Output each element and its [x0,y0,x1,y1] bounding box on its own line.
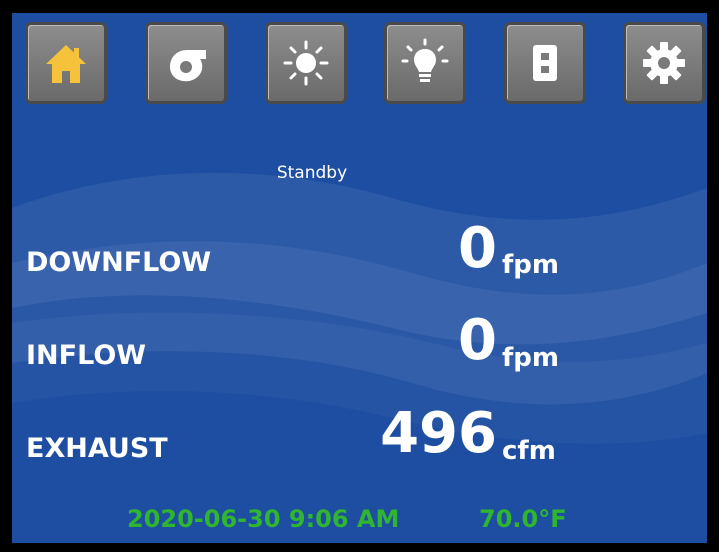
uv-light-button[interactable] [265,22,347,104]
temperature-display: 70.0°F [479,505,567,533]
status-text: Standby [276,163,348,183]
downflow-unit: fpm [502,250,560,280]
inflow-unit: fpm [502,343,560,373]
outlet-icon [533,45,557,81]
light-button[interactable] [384,22,466,104]
gear-icon [643,42,685,84]
fan-blower-icon [170,50,206,82]
sun-uv-light-icon [283,40,329,86]
home-icon [46,45,86,83]
blower-button[interactable] [145,22,227,104]
datetime-display: 2020-06-30 9:06 AM [127,505,400,533]
inflow-value: 0 [458,308,497,373]
inflow-label: INFLOW [26,340,147,371]
exhaust-value: 496 [380,401,497,466]
settings-button[interactable] [623,22,705,104]
exhaust-label: EXHAUST [26,433,168,464]
main-screen: Standby DOWNFLOW 0 fpm INFLOW 0 fpm EXHA… [12,13,707,543]
lightbulb-icon [401,38,449,82]
exhaust-unit: cfm [502,436,556,466]
toolbar [12,13,707,108]
home-button[interactable] [25,22,107,104]
downflow-label: DOWNFLOW [26,247,212,278]
outlet-button[interactable] [504,22,586,104]
downflow-value: 0 [458,216,497,281]
